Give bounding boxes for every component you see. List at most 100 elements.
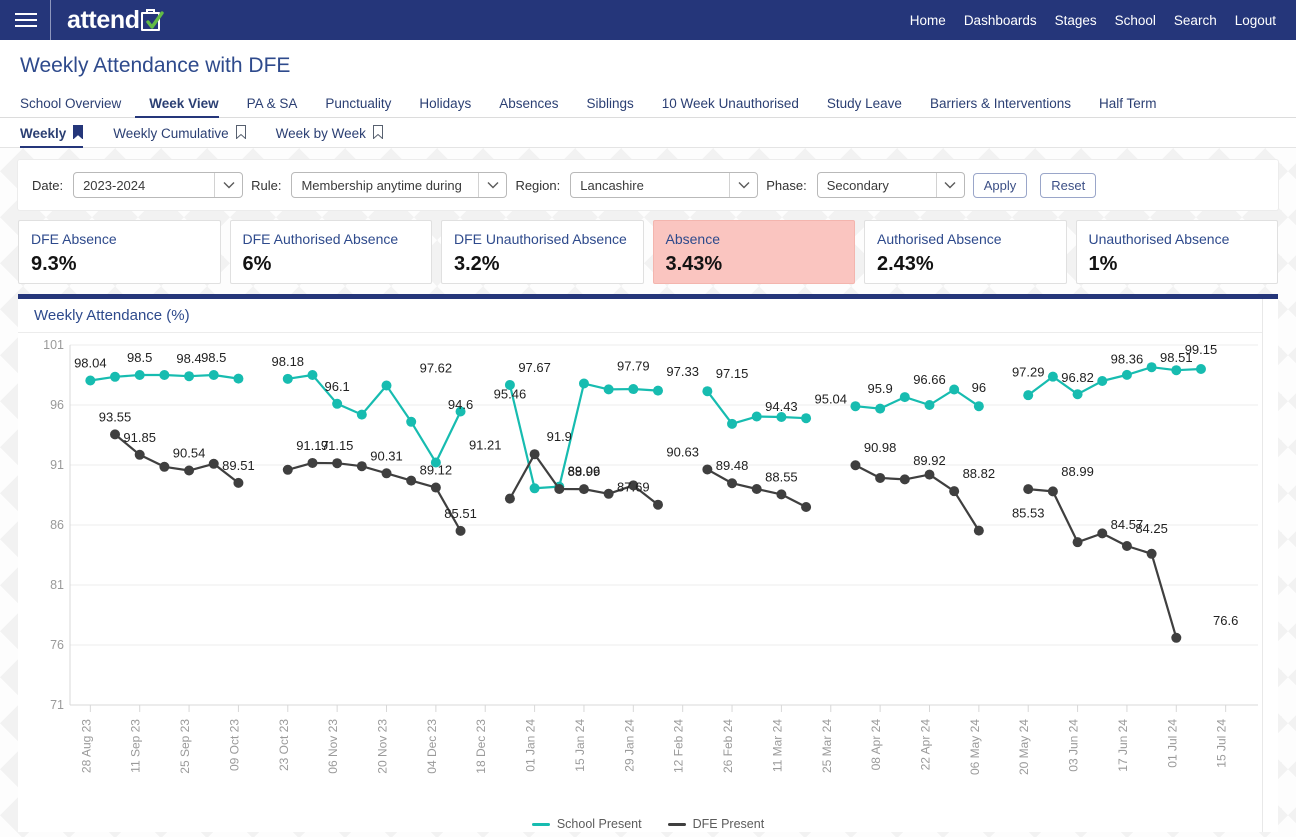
data-label: 97.15: [716, 366, 749, 381]
top-nav-school[interactable]: School: [1115, 13, 1156, 28]
top-nav-logout[interactable]: Logout: [1235, 13, 1276, 28]
x-axis-tick-label: 11 Sep 23: [129, 719, 143, 773]
date-filter-label: Date:: [32, 177, 64, 193]
data-point: [578, 378, 589, 389]
data-point: [307, 370, 318, 380]
kpi-value: 3.2%: [454, 252, 500, 275]
data-point: [727, 418, 738, 429]
subtab-weekly[interactable]: Weekly: [20, 125, 99, 148]
kpi-card-dfe-authorised-absence[interactable]: DFE Authorised Absence 6%: [229, 220, 432, 284]
data-point: [1023, 390, 1034, 401]
data-point: [653, 385, 663, 396]
kpi-card-dfe-unauthorised-absence[interactable]: DFE Unauthorised Absence 3.2%: [441, 220, 644, 284]
tab-absences[interactable]: Absences: [485, 96, 572, 117]
data-point: [899, 474, 910, 485]
top-nav-dashboards[interactable]: Dashboards: [964, 13, 1037, 28]
data-label: 97.79: [617, 359, 650, 374]
chart-area[interactable]: 101 96 91 86 81 76 71 28 Aug 23 11 Sep 23 25 Sep …: [18, 333, 1278, 833]
data-label: 95.9: [867, 381, 892, 396]
brand-logo[interactable]: attend: [67, 0, 164, 40]
data-label: 90.98: [864, 440, 897, 455]
legend-label: DFE Present: [692, 817, 765, 831]
x-axis-tick-label: 06 May 24: [968, 719, 982, 775]
subtab-week-by-week[interactable]: Week by Week: [276, 125, 399, 147]
data-label: 88.99: [568, 464, 601, 479]
data-label: 98.5: [127, 350, 152, 365]
data-point: [1171, 632, 1182, 643]
data-point: [702, 386, 713, 397]
data-point: [727, 478, 738, 489]
legend-item-dfe-present[interactable]: DFE Present: [667, 817, 765, 831]
phase-select-value: Secondary: [826, 177, 889, 193]
chevron-down-icon: [729, 173, 757, 197]
kpi-card-row: DFE Absence 9.3% DFE Authorised Absence …: [18, 220, 1278, 284]
bookmark-filled-icon[interactable]: [73, 125, 84, 142]
data-point: [381, 380, 392, 391]
tab-school-overview[interactable]: School Overview: [20, 96, 135, 117]
tab-holidays[interactable]: Holidays: [405, 96, 485, 117]
data-label: 89.12: [420, 463, 453, 478]
data-point: [1146, 362, 1157, 373]
data-point: [949, 384, 960, 395]
tab-week-view[interactable]: Week View: [135, 96, 232, 118]
series-line: [1027, 488, 1178, 639]
x-axis-tick-label: 15 Jan 24: [573, 719, 587, 772]
tab-siblings[interactable]: Siblings: [573, 96, 648, 117]
data-point: [381, 468, 392, 479]
tab-half-term[interactable]: Half Term: [1085, 96, 1171, 117]
region-select[interactable]: Lancashire: [570, 172, 759, 198]
data-point: [973, 401, 984, 412]
y-axis-tick-label: 71: [50, 698, 64, 712]
reset-button[interactable]: Reset: [1040, 172, 1097, 198]
kpi-card-dfe-absence[interactable]: DFE Absence 9.3%: [18, 220, 221, 284]
rule-select[interactable]: Membership anytime during: [291, 172, 508, 198]
top-nav-home[interactable]: Home: [910, 13, 946, 28]
data-point: [406, 475, 417, 486]
kpi-label: DFE Unauthorised Absence: [454, 231, 627, 247]
data-point: [529, 449, 540, 460]
top-nav-stages[interactable]: Stages: [1055, 13, 1097, 28]
kpi-label: Authorised Absence: [877, 231, 1002, 247]
x-axis-tick-label: 20 May 24: [1017, 719, 1031, 775]
bookmark-outline-icon[interactable]: [372, 125, 383, 142]
data-point: [282, 464, 293, 475]
legend-swatch: [667, 822, 686, 826]
phase-select[interactable]: Secondary: [816, 172, 965, 198]
hamburger-menu-icon[interactable]: [6, 0, 46, 40]
weekly-attendance-line-chart[interactable]: 101 96 91 86 81 76 71 28 Aug 23 11 Sep 23 25 Sep …: [18, 333, 1278, 833]
panel-scroll-strip[interactable]: [1262, 299, 1278, 832]
data-point: [529, 483, 540, 494]
data-label: 97.62: [420, 361, 453, 376]
tab-study-leave[interactable]: Study Leave: [813, 96, 916, 117]
tab-barriers-and-interventions[interactable]: Barriers & Interventions: [916, 96, 1085, 117]
data-point: [751, 484, 762, 494]
tab-punctuality[interactable]: Punctuality: [311, 96, 405, 117]
kpi-card-authorised-absence[interactable]: Authorised Absence 2.43%: [864, 220, 1067, 284]
apply-button[interactable]: Apply: [972, 172, 1028, 198]
x-axis-tick-label: 25 Mar 24: [820, 719, 834, 773]
kpi-value: 2.43%: [877, 252, 934, 275]
data-point: [1097, 528, 1108, 539]
subtab-weekly-cumulative[interactable]: Weekly Cumulative: [113, 125, 261, 147]
x-axis-tick-label: 12 Feb 24: [672, 719, 686, 773]
date-select[interactable]: 2023-2024: [73, 172, 244, 198]
data-label: 94.6: [448, 397, 473, 412]
x-axis-tick-label: 29 Jan 24: [622, 719, 636, 772]
legend-item-school-present[interactable]: School Present: [531, 817, 642, 831]
x-axis-tick-label: 04 Dec 23: [425, 719, 439, 774]
x-axis-tick-label: 17 Jun 24: [1116, 719, 1130, 772]
chevron-down-icon: [478, 173, 506, 197]
tab-10-week-unauthorised[interactable]: 10 Week Unauthorised: [648, 96, 813, 117]
chart-panel: Weekly Attendance (%) 101 96 91 86 81 76 71 28 …: [18, 294, 1278, 832]
kpi-card-unauthorised-absence[interactable]: Unauthorised Absence 1%: [1075, 220, 1278, 284]
bookmark-outline-icon[interactable]: [235, 125, 246, 142]
kpi-card-absence[interactable]: Absence 3.43%: [652, 220, 855, 284]
x-axis-tick-label: 06 Nov 23: [326, 719, 340, 774]
data-point: [430, 482, 441, 493]
data-point: [110, 371, 121, 382]
data-label: 96: [972, 380, 986, 395]
data-point: [875, 472, 886, 483]
data-point: [1047, 371, 1058, 382]
top-nav-search[interactable]: Search: [1174, 13, 1217, 28]
tab-pa-and-sa[interactable]: PA & SA: [233, 96, 312, 117]
